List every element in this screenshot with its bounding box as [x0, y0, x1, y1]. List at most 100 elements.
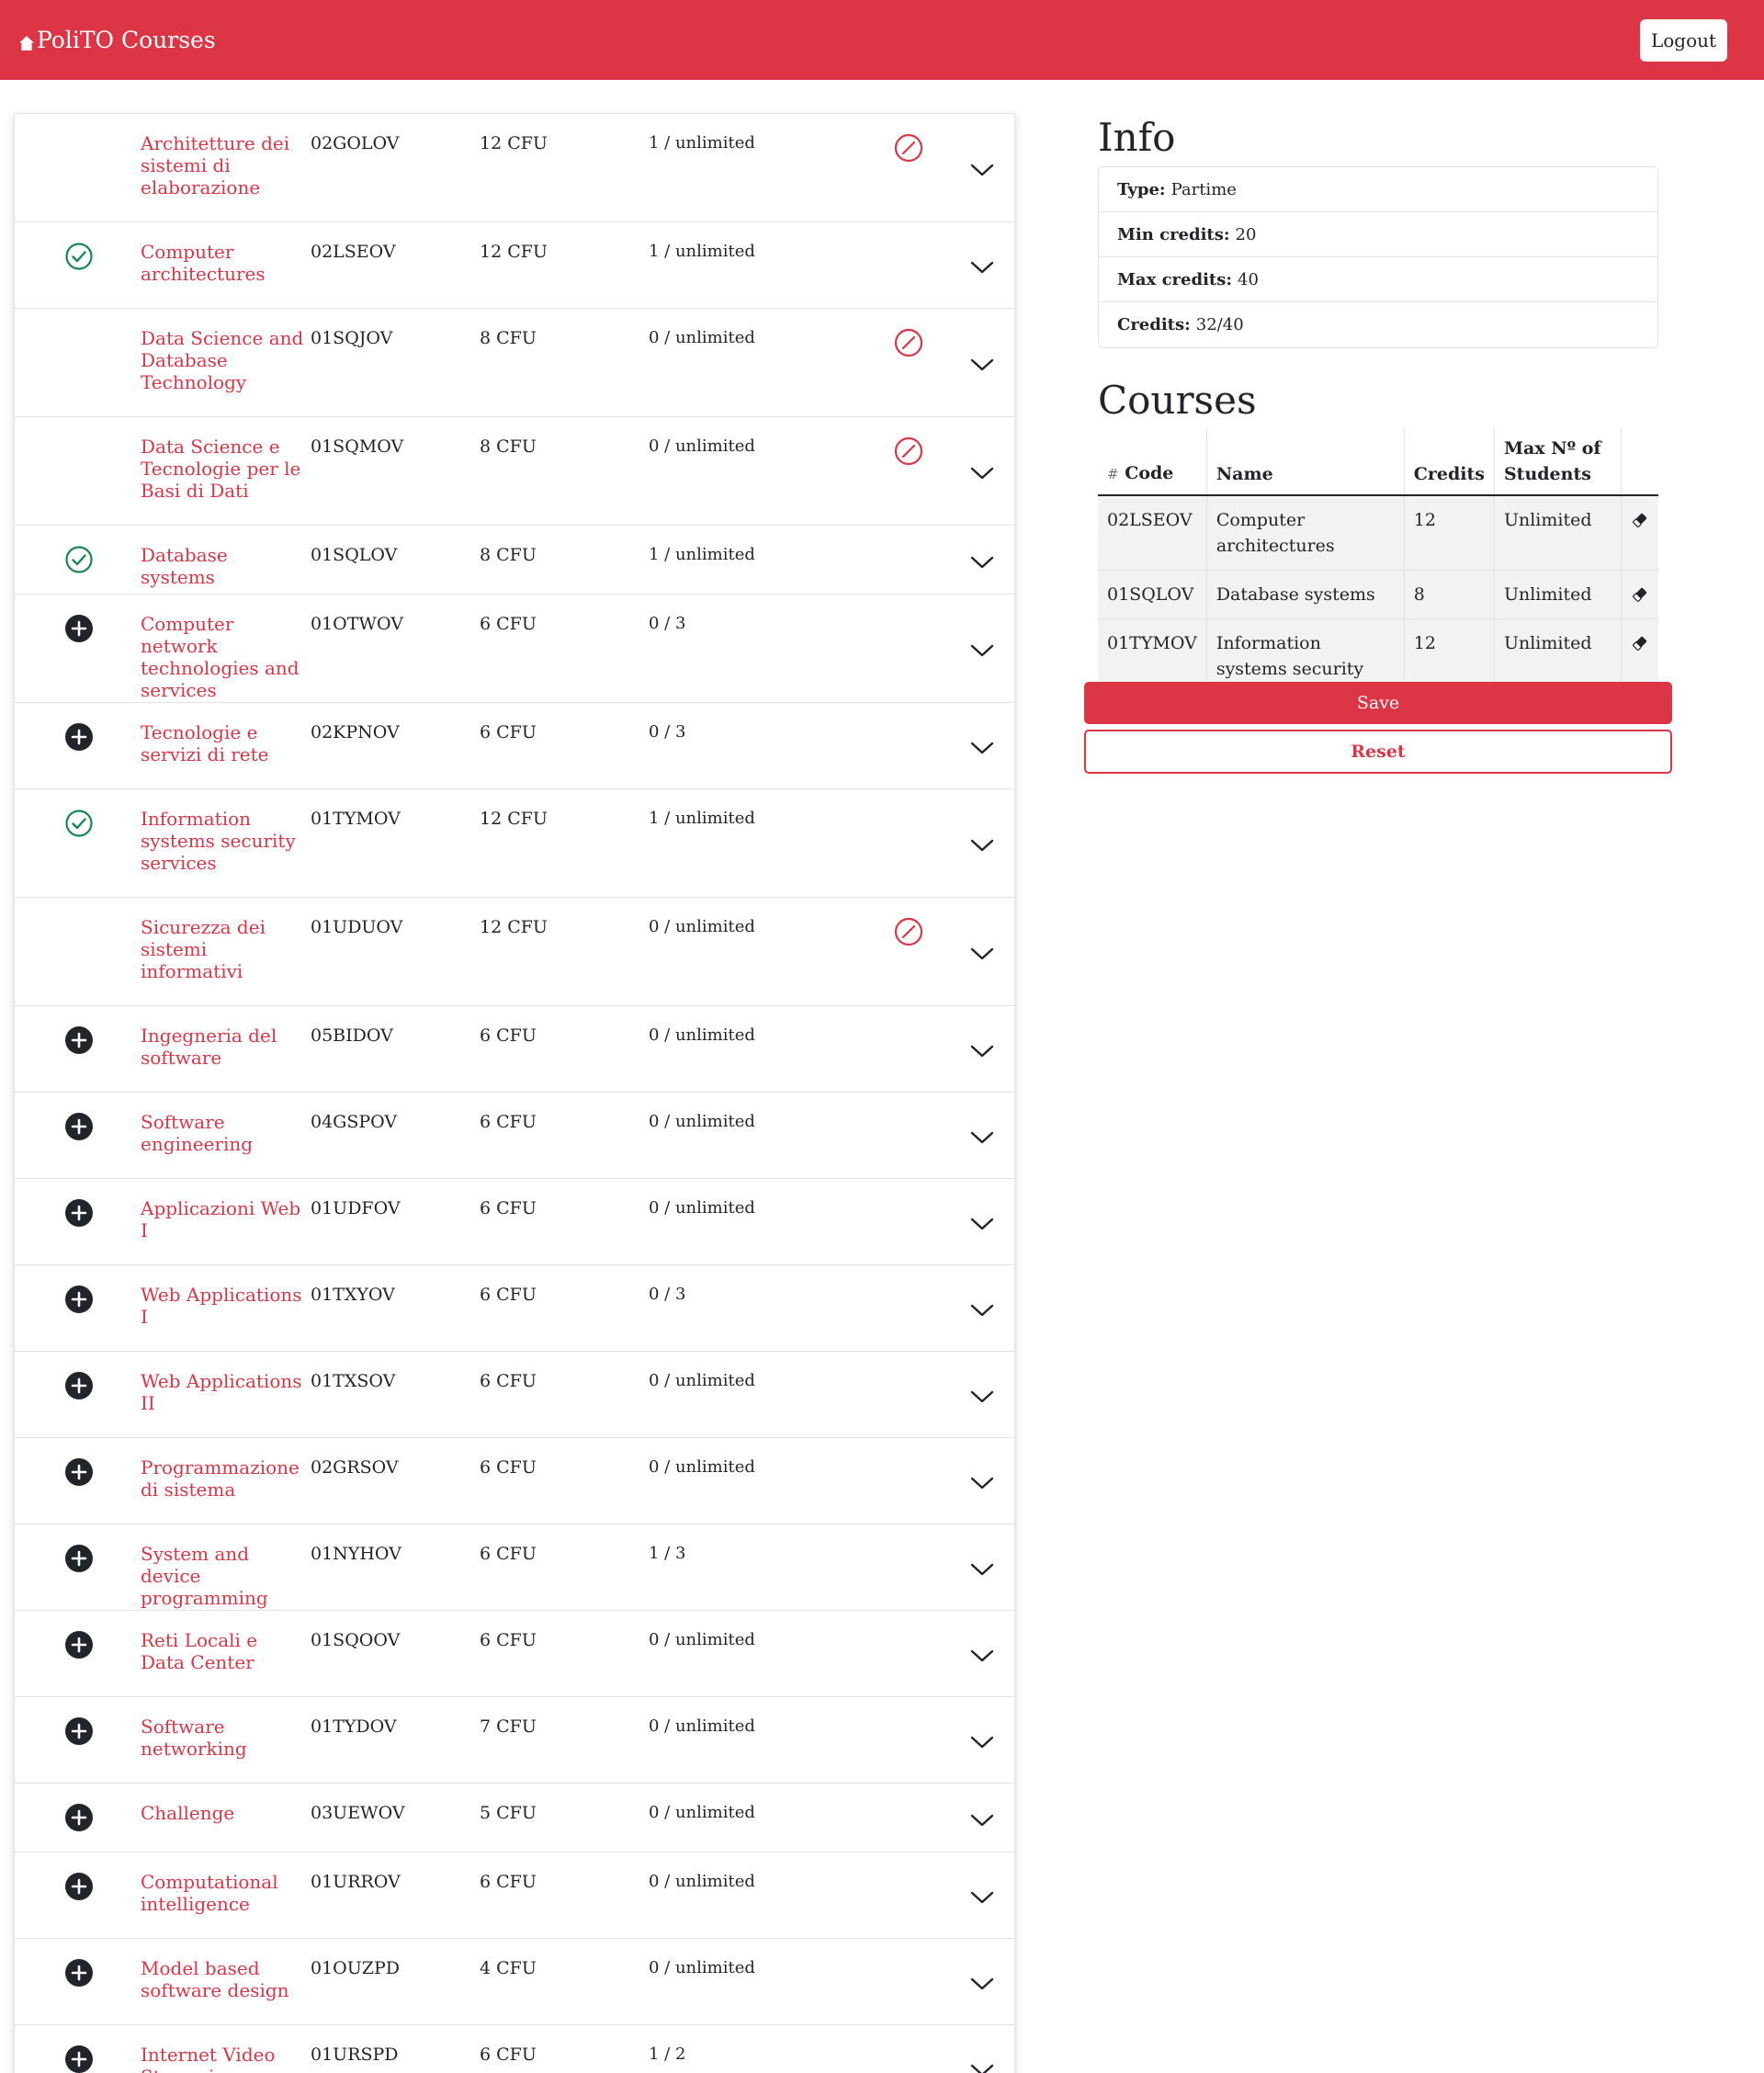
course-row[interactable]: Ingegneria del software 05BIDOV 6 CFU 0 …: [15, 1006, 1014, 1093]
course-row[interactable]: Reti Locali e Data Center 01SQOOV 6 CFU …: [15, 1611, 1014, 1697]
course-credits: 12 CFU: [480, 917, 548, 937]
chevron-down-icon[interactable]: [970, 643, 994, 658]
course-row[interactable]: Web Applications II 01TXSOV 6 CFU 0 / un…: [15, 1352, 1014, 1438]
add-course-icon[interactable]: [64, 1457, 94, 1487]
eraser-icon[interactable]: [1631, 585, 1649, 604]
row-delete[interactable]: [1620, 494, 1658, 571]
chevron-down-icon[interactable]: [970, 260, 994, 275]
chevron-down-icon[interactable]: [970, 2063, 994, 2073]
course-row[interactable]: Computer architectures 02LSEOV 12 CFU 1 …: [15, 222, 1014, 309]
course-credits: 6 CFU: [480, 1285, 537, 1305]
course-code: 02GRSOV: [311, 1457, 399, 1478]
brand[interactable]: PoliTO Courses: [18, 27, 216, 53]
course-row[interactable]: System and device programming 01NYHOV 6 …: [15, 1524, 1014, 1611]
course-enrolled: 1 / unlimited: [649, 545, 755, 564]
course-code: 01SQOOV: [311, 1630, 401, 1650]
reset-button[interactable]: Reset: [1084, 730, 1672, 774]
course-row[interactable]: Software networking 01TYDOV 7 CFU 0 / un…: [15, 1697, 1014, 1784]
course-row[interactable]: Architetture dei sistemi di elaborazione…: [15, 114, 1014, 222]
course-row[interactable]: Software engineering 04GSPOV 6 CFU 0 / u…: [15, 1093, 1014, 1179]
table-row: 02LSEOV Computer architectures 12 Unlimi…: [1098, 494, 1658, 571]
course-row[interactable]: Internet Video Streaming 01URSPD 6 CFU 1…: [15, 2025, 1014, 2073]
course-name: Software networking: [141, 1716, 247, 1760]
row-delete[interactable]: [1620, 570, 1658, 619]
chevron-down-icon[interactable]: [970, 946, 994, 961]
add-course-icon[interactable]: [64, 1958, 94, 1988]
course-enrolled: 0 / unlimited: [649, 1371, 755, 1390]
course-credits: 12 CFU: [480, 809, 548, 829]
added-check-icon[interactable]: [64, 545, 94, 574]
add-course-icon[interactable]: [64, 722, 94, 752]
add-course-icon[interactable]: [64, 1112, 94, 1141]
add-course-icon[interactable]: [64, 1025, 94, 1055]
chevron-down-icon[interactable]: [970, 1562, 994, 1577]
chevron-down-icon[interactable]: [970, 1648, 994, 1663]
add-course-icon[interactable]: [64, 1285, 94, 1314]
chevron-down-icon[interactable]: [970, 838, 994, 853]
add-course-icon[interactable]: [64, 614, 94, 643]
added-check-icon[interactable]: [64, 242, 94, 271]
chevron-down-icon[interactable]: [970, 1389, 994, 1404]
chevron-down-icon[interactable]: [970, 163, 994, 177]
course-row[interactable]: Sicurezza dei sistemi informativi 01UDUO…: [15, 898, 1014, 1006]
course-code: 01UDFOV: [311, 1198, 401, 1218]
chevron-down-icon[interactable]: [970, 1890, 994, 1905]
chevron-down-icon[interactable]: [970, 1813, 994, 1828]
course-row[interactable]: Applicazioni Web I 01UDFOV 6 CFU 0 / unl…: [15, 1179, 1014, 1265]
course-enrolled: 1 / unlimited: [649, 242, 755, 261]
chevron-down-icon[interactable]: [970, 357, 994, 372]
logout-button[interactable]: Logout: [1640, 18, 1727, 62]
added-check-icon[interactable]: [64, 809, 94, 838]
course-row[interactable]: Data Science e Tecnologie per le Basi di…: [15, 417, 1014, 526]
course-row[interactable]: Information systems security services 01…: [15, 789, 1014, 898]
add-course-icon[interactable]: [64, 1371, 94, 1400]
course-row[interactable]: Programmazione di sistema 02GRSOV 6 CFU …: [15, 1438, 1014, 1524]
course-row[interactable]: Tecnologie e servizi di rete 02KPNOV 6 C…: [15, 703, 1014, 789]
brand-title: PoliTO Courses: [37, 27, 216, 53]
course-credits: 12 CFU: [480, 133, 548, 153]
course-code: 01NYHOV: [311, 1544, 401, 1564]
chevron-down-icon[interactable]: [970, 741, 994, 755]
course-name: Programmazione di sistema: [141, 1456, 300, 1501]
add-course-icon[interactable]: [64, 1198, 94, 1228]
chevron-down-icon[interactable]: [970, 1044, 994, 1059]
eraser-icon[interactable]: [1631, 511, 1649, 529]
add-course-icon[interactable]: [64, 2045, 94, 2073]
add-course-icon[interactable]: [64, 1872, 94, 1901]
course-row[interactable]: Computational intelligence 01URROV 6 CFU…: [15, 1852, 1014, 1939]
row-credits: 8: [1403, 570, 1495, 619]
add-course-icon[interactable]: [64, 1544, 94, 1573]
course-credits: 8 CFU: [480, 328, 537, 348]
course-row[interactable]: Data Science and Database Technology 01S…: [15, 309, 1014, 417]
add-course-icon[interactable]: [64, 1803, 94, 1832]
chevron-down-icon[interactable]: [970, 1476, 994, 1490]
add-course-icon[interactable]: [64, 1630, 94, 1660]
info-box: Type: Partime Min credits: 20 Max credits:…: [1098, 166, 1658, 348]
save-button[interactable]: Save: [1084, 682, 1672, 724]
add-course-icon[interactable]: [64, 1716, 94, 1746]
header-credits: Credits: [1403, 428, 1495, 496]
course-code: 04GSPOV: [311, 1112, 398, 1132]
chevron-down-icon[interactable]: [970, 1303, 994, 1318]
chevron-down-icon[interactable]: [970, 1217, 994, 1231]
course-enrolled: 0 / 3: [649, 614, 686, 633]
study-plan-table: # Code Name Credits Max Nº of Students 0…: [1098, 428, 1658, 719]
info-type: Type: Partime: [1099, 167, 1657, 212]
course-enrolled: 0 / unlimited: [649, 917, 755, 936]
course-credits: 6 CFU: [480, 1371, 537, 1391]
course-enrolled: 0 / unlimited: [649, 1958, 755, 1977]
incompatible-icon: [893, 436, 924, 467]
row-max-students: Unlimited: [1493, 570, 1622, 619]
info-max-credits: Max credits: 40: [1099, 257, 1657, 302]
chevron-down-icon[interactable]: [970, 555, 994, 570]
course-row[interactable]: Challenge 03UEWOV 5 CFU 0 / unlimited: [15, 1784, 1014, 1852]
eraser-icon[interactable]: [1631, 634, 1649, 652]
course-row[interactable]: Computer network technologies and servic…: [15, 595, 1014, 703]
chevron-down-icon[interactable]: [970, 466, 994, 481]
course-row[interactable]: Database systems 01SQLOV 8 CFU 1 / unlim…: [15, 526, 1014, 595]
course-row[interactable]: Web Applications I 01TXYOV 6 CFU 0 / 3: [15, 1265, 1014, 1352]
chevron-down-icon[interactable]: [970, 1130, 994, 1145]
chevron-down-icon[interactable]: [970, 1977, 994, 1991]
chevron-down-icon[interactable]: [970, 1735, 994, 1750]
course-row[interactable]: Model based software design 01OUZPD 4 CF…: [15, 1939, 1014, 2025]
